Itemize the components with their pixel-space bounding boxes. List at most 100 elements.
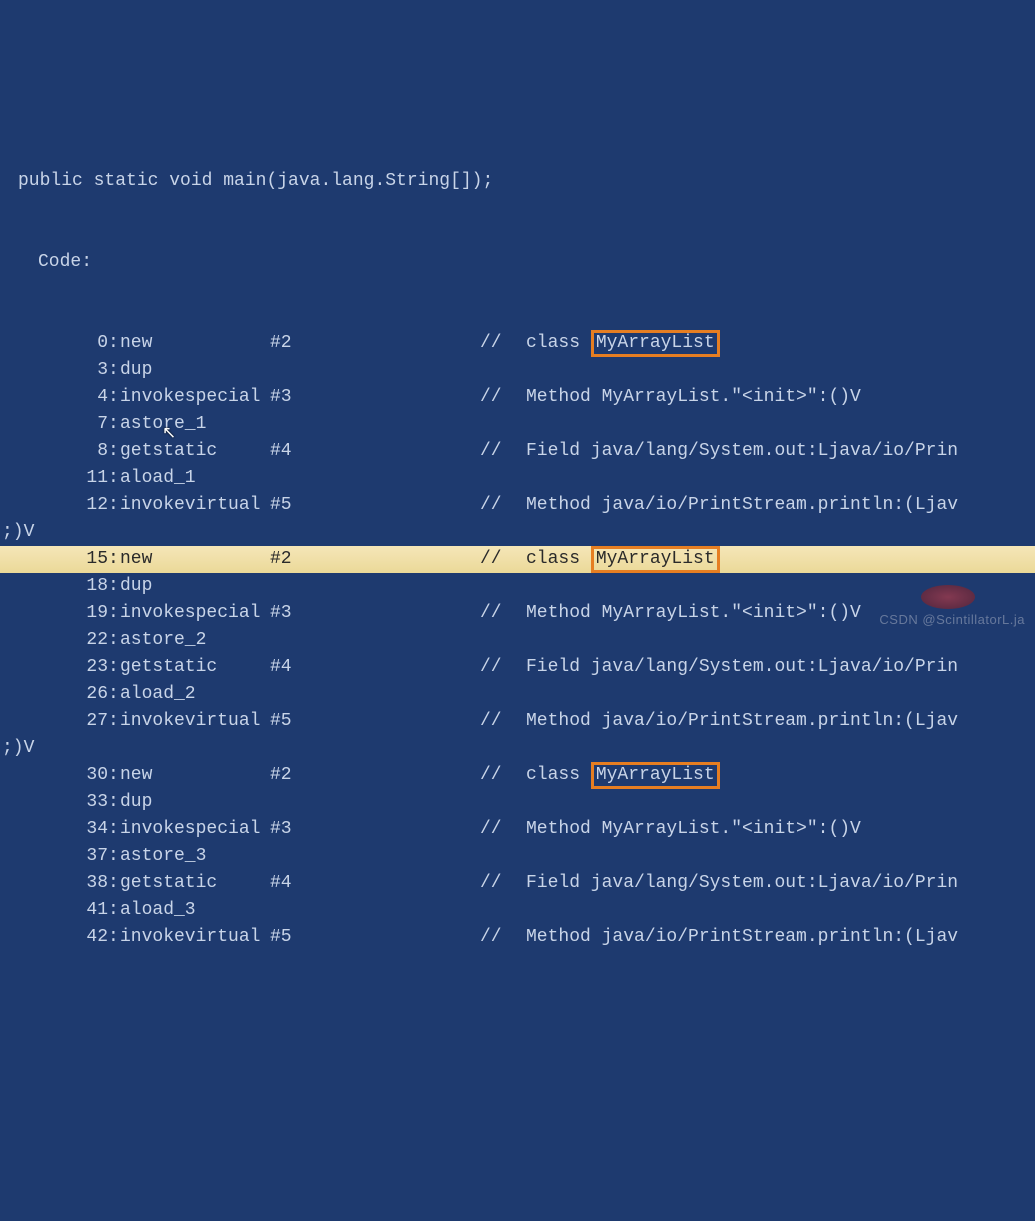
offset-colon: : xyxy=(108,789,120,816)
bytecode-line: 11:aload_1 xyxy=(0,465,1035,492)
php-logo-icon xyxy=(921,585,975,609)
offset-colon: : xyxy=(108,924,120,951)
bytecode-offset: 33 xyxy=(52,789,108,816)
bytecode-line: 34:invokespecial#3//Method MyArrayList."… xyxy=(0,816,1035,843)
bytecode-line: 0:new#2//class MyArrayList xyxy=(0,330,1035,357)
instruction-arg: #5 xyxy=(270,708,480,735)
highlighted-classname: MyArrayList xyxy=(591,762,720,789)
instruction-arg: #2 xyxy=(270,546,480,573)
instruction: invokevirtual xyxy=(120,708,270,735)
comment-separator: // xyxy=(480,708,526,735)
bytecode-offset: 0 xyxy=(52,330,108,357)
offset-colon: : xyxy=(108,762,120,789)
offset-colon: : xyxy=(108,330,120,357)
comment-separator: // xyxy=(480,816,526,843)
offset-colon: : xyxy=(108,897,120,924)
instruction: astore_3 xyxy=(120,843,270,870)
instruction: getstatic xyxy=(120,438,270,465)
comment-text: class xyxy=(526,333,591,353)
instruction: dup xyxy=(120,573,270,600)
bytecode-offset: 26 xyxy=(52,681,108,708)
instruction: invokespecial xyxy=(120,600,270,627)
instruction: new xyxy=(120,546,270,573)
bytecode-line: 27:invokevirtual#5//Method java/io/Print… xyxy=(0,708,1035,735)
comment-separator: // xyxy=(480,870,526,897)
highlighted-classname: MyArrayList xyxy=(591,330,720,357)
offset-colon: : xyxy=(108,546,120,573)
offset-colon: : xyxy=(108,681,120,708)
instruction: aload_2 xyxy=(120,681,270,708)
bytecode-line-highlighted: 15:new#2//class MyArrayList xyxy=(0,546,1035,573)
instruction: aload_3 xyxy=(120,897,270,924)
instruction-arg: #5 xyxy=(270,492,480,519)
code-section-label: Code: xyxy=(0,249,1035,276)
instruction-arg: #4 xyxy=(270,438,480,465)
comment: Field java/lang/System.out:Ljava/io/Prin xyxy=(526,870,1035,897)
offset-colon: : xyxy=(108,654,120,681)
instruction-arg: #3 xyxy=(270,600,480,627)
bytecode-offset: 8 xyxy=(52,438,108,465)
bytecode-line: 26:aload_2 xyxy=(0,681,1035,708)
code-label-text: Code: xyxy=(38,249,92,276)
csdn-watermark: CSDN @ScintillatorL.ja xyxy=(879,610,1025,630)
offset-colon: : xyxy=(108,600,120,627)
line-prefix: ;)V xyxy=(0,519,52,546)
comment: class MyArrayList xyxy=(526,546,1035,573)
bytecode-offset: 37 xyxy=(52,843,108,870)
comment: Method MyArrayList."<init>":()V xyxy=(526,816,1035,843)
offset-colon: : xyxy=(108,816,120,843)
bytecode-offset: 11 xyxy=(52,465,108,492)
comment-text: class xyxy=(526,765,591,785)
bytecode-line: 42:invokevirtual#5//Method java/io/Print… xyxy=(0,924,1035,951)
bytecode-offset: 7 xyxy=(52,411,108,438)
comment-separator: // xyxy=(480,546,526,573)
instruction: invokespecial xyxy=(120,384,270,411)
comment: Field java/lang/System.out:Ljava/io/Prin xyxy=(526,438,1035,465)
instruction-arg: #3 xyxy=(270,816,480,843)
instruction: invokevirtual xyxy=(120,924,270,951)
bytecode-line: 8:getstatic#4//Field java/lang/System.ou… xyxy=(0,438,1035,465)
instruction: dup xyxy=(120,357,270,384)
bytecode-line: 18:dup xyxy=(0,573,1035,600)
bytecode-offset: 23 xyxy=(52,654,108,681)
comment: Method java/io/PrintStream.println:(Ljav xyxy=(526,708,1035,735)
instruction-arg: #5 xyxy=(270,924,480,951)
line-prefix: ;)V xyxy=(0,735,52,762)
comment-separator: // xyxy=(480,492,526,519)
bytecode-lines: 0:new#2//class MyArrayList3:dup4:invokes… xyxy=(0,330,1035,951)
offset-colon: : xyxy=(108,573,120,600)
comment: Method java/io/PrintStream.println:(Ljav xyxy=(526,492,1035,519)
bytecode-offset: 4 xyxy=(52,384,108,411)
bytecode-line: 38:getstatic#4//Field java/lang/System.o… xyxy=(0,870,1035,897)
instruction: astore_2 xyxy=(120,627,270,654)
method-signature: public static void main(java.lang.String… xyxy=(0,168,1035,195)
instruction: new xyxy=(120,330,270,357)
offset-colon: : xyxy=(108,492,120,519)
bytecode-line: 37:astore_3 xyxy=(0,843,1035,870)
bytecode-offset: 12 xyxy=(52,492,108,519)
instruction: astore_1 xyxy=(120,411,270,438)
bytecode-line: 22:astore_2 xyxy=(0,627,1035,654)
offset-colon: : xyxy=(108,465,120,492)
bytecode-dump: public static void main(java.lang.String… xyxy=(0,108,1035,978)
bytecode-offset: 3 xyxy=(52,357,108,384)
bytecode-line: 4:invokespecial#3//Method MyArrayList."<… xyxy=(0,384,1035,411)
comment-text: class xyxy=(526,549,591,569)
bytecode-line: 7:astore_1 xyxy=(0,411,1035,438)
bytecode-offset: 38 xyxy=(52,870,108,897)
bytecode-offset: 27 xyxy=(52,708,108,735)
comment-separator: // xyxy=(480,600,526,627)
bytecode-offset: 41 xyxy=(52,897,108,924)
offset-colon: : xyxy=(108,843,120,870)
comment-separator: // xyxy=(480,438,526,465)
comment-separator: // xyxy=(480,924,526,951)
comment: class MyArrayList xyxy=(526,330,1035,357)
instruction: getstatic xyxy=(120,654,270,681)
comment: Method MyArrayList."<init>":()V xyxy=(526,384,1035,411)
bytecode-line: 12:invokevirtual#5//Method java/io/Print… xyxy=(0,492,1035,519)
comment-separator: // xyxy=(480,654,526,681)
instruction: aload_1 xyxy=(120,465,270,492)
comment: Field java/lang/System.out:Ljava/io/Prin xyxy=(526,654,1035,681)
bytecode-offset: 30 xyxy=(52,762,108,789)
highlighted-classname: MyArrayList xyxy=(591,546,720,573)
